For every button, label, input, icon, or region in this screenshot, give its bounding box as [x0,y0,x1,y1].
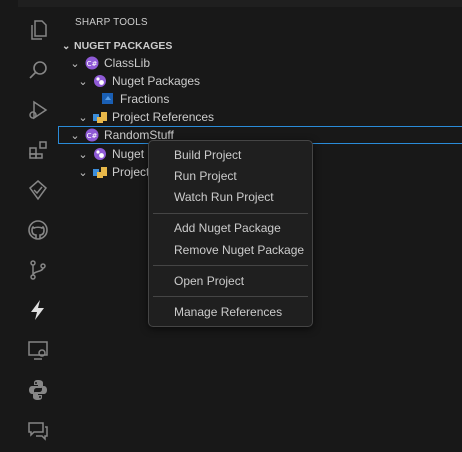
references-icon [93,112,107,123]
menu-item-run-project[interactable]: Run Project [149,166,312,186]
chevron-down-icon: ⌄ [78,166,88,179]
chevron-down-icon: ⌄ [62,40,71,52]
tree-item-label: Fractions [120,92,170,106]
tree-item-project-references[interactable]: ⌄ Project References [58,108,462,126]
tree-item-classlib[interactable]: ⌄ C# ClassLib [58,54,462,72]
menu-item-build-project[interactable]: Build Project [149,145,312,165]
tree-item-label: Project References [112,110,215,124]
menu-separator [153,296,308,297]
menu-item-remove-nuget-package[interactable]: Remove Nuget Package [149,240,312,260]
sharp-tools-icon[interactable] [18,290,58,330]
github-icon[interactable] [18,210,58,250]
chevron-down-icon: ⌄ [78,75,88,88]
comments-icon[interactable] [18,410,58,450]
references-icon [93,167,107,178]
nuget-icon [94,148,106,160]
chevron-down-icon: ⌄ [70,129,80,142]
menu-item-add-nuget-package[interactable]: Add Nuget Package [149,218,312,238]
remote-explorer-icon[interactable] [18,330,58,370]
menu-separator [153,213,308,214]
chevron-down-icon: ⌄ [78,111,88,124]
menu-item-manage-references[interactable]: Manage References [149,302,312,322]
testing-icon[interactable] [18,170,58,210]
explorer-icon[interactable] [18,10,58,50]
run-debug-icon[interactable] [18,90,58,130]
sidebar-title: SHARP TOOLS [75,17,148,28]
tree-item-nuget-packages[interactable]: ⌄ Nuget Packages [58,72,462,90]
activity-bar [18,7,58,452]
csharp-project-icon: C# [85,56,99,70]
python-icon[interactable] [18,370,58,410]
context-menu: Build Project Run Project Watch Run Proj… [148,140,313,327]
tree-item-label: ClassLib [104,56,151,70]
nuget-icon [94,75,106,87]
menu-item-watch-run-project[interactable]: Watch Run Project [149,187,312,207]
svg-text:C#: C# [87,60,98,68]
svg-text:C#: C# [87,132,98,140]
search-icon[interactable] [18,50,58,90]
left-strip [0,0,19,452]
chevron-down-icon: ⌄ [78,148,88,161]
extensions-icon[interactable] [18,130,58,170]
package-icon [102,93,113,104]
tree-item-fractions[interactable]: Fractions [58,90,462,108]
source-control-icon[interactable] [18,250,58,290]
chevron-down-icon: ⌄ [70,57,80,70]
tree-item-label: Nuget Packages [112,74,201,88]
csharp-project-icon: C# [85,128,99,142]
menu-separator [153,265,308,266]
section-header-nuget-packages[interactable]: ⌄ NUGET PACKAGES [58,38,462,54]
menu-item-open-project[interactable]: Open Project [149,271,312,291]
section-title: NUGET PACKAGES [74,40,173,52]
